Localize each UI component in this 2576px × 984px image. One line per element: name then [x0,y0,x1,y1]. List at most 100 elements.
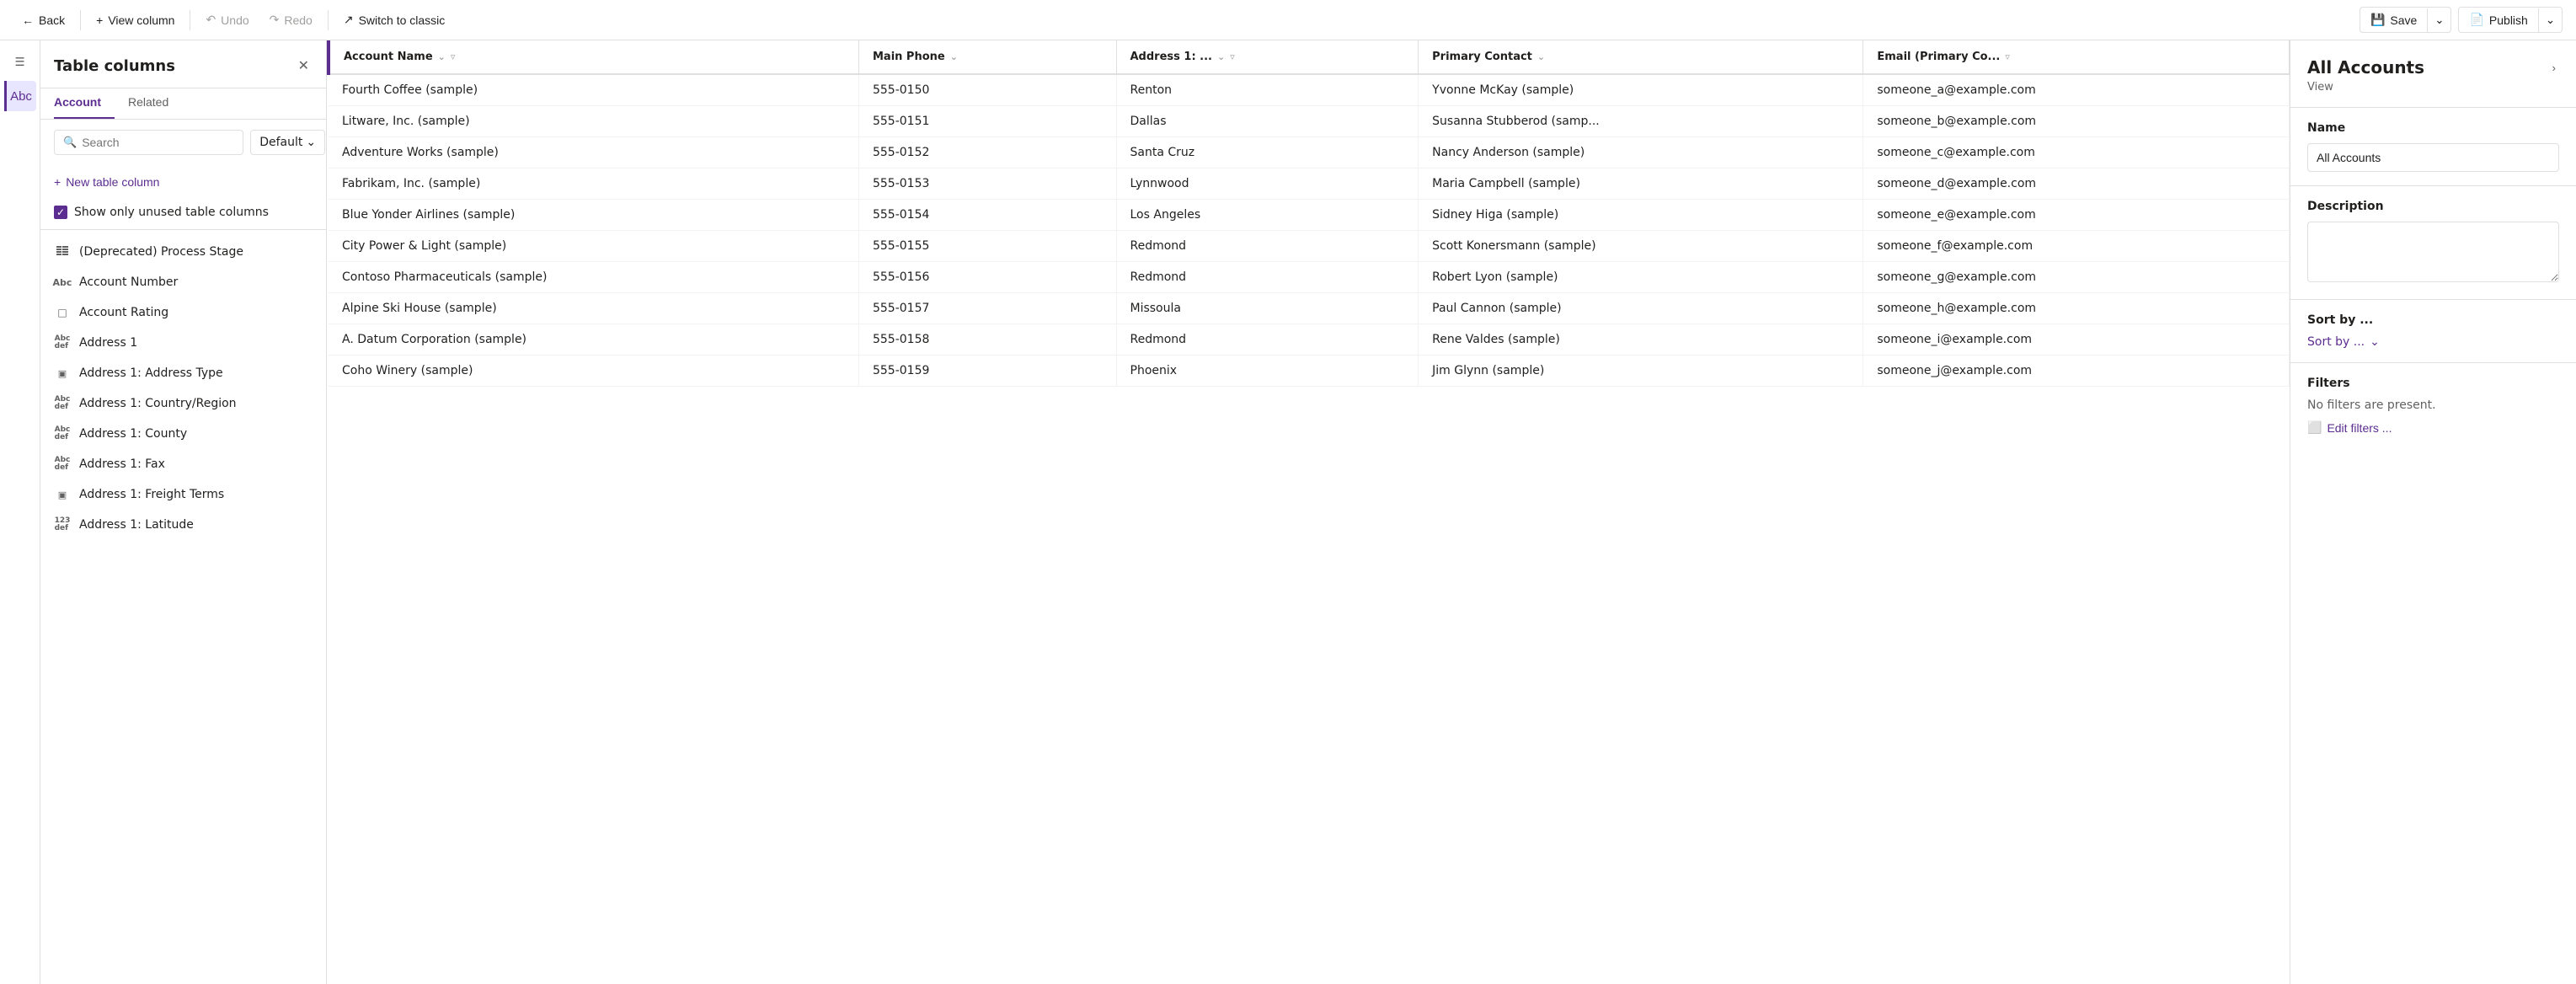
switch-classic-button[interactable]: ↗ Switch to classic [335,8,453,32]
column-label: Address 1 [79,336,313,350]
address-type-icon: ▣ [54,365,71,382]
table-row[interactable]: A. Datum Corporation (sample) 555-0158 R… [329,324,2290,356]
show-unused-checkbox[interactable]: ✓ [54,206,67,219]
th-account-name[interactable]: Account Name ⌄ ▿ [329,40,858,74]
table-area: Account Name ⌄ ▿ Main Phone ⌄ Addr [327,40,2290,984]
tab-account[interactable]: Account [54,88,115,119]
column-label: Address 1: County [79,427,313,441]
sort-by-dropdown[interactable]: Sort by ... ⌄ [2307,335,2559,349]
column-item-address1-county[interactable]: Abcdef Address 1: County [40,419,326,449]
publish-arrow-button[interactable]: ⌄ [2538,8,2562,32]
redo-icon: ↷ [270,13,280,27]
chevron-down-icon: ⌄ [306,136,316,149]
column-item-address1-latitude[interactable]: 123def Address 1: Latitude [40,510,326,540]
edit-filters-button[interactable]: ⬜ Edit filters ... [2307,420,2392,435]
no-filters-label: No filters are present. [2307,398,2559,412]
undo-label: Undo [221,13,249,27]
column-item-account-rating[interactable]: □ Account Rating [40,297,326,328]
table-row[interactable]: Blue Yonder Airlines (sample) 555-0154 L… [329,200,2290,231]
cell-phone: 555-0157 [858,293,1116,324]
column-label: Account Number [79,275,313,289]
default-dropdown[interactable]: Default ⌄ [250,130,325,155]
chevron-down-icon: ⌄ [2370,335,2380,349]
cell-email: someone_a@example.com [1863,74,2290,106]
search-row: 🔍 Default ⌄ [40,120,326,165]
column-item-address1-country[interactable]: Abcdef Address 1: Country/Region [40,388,326,419]
columns-panel: Table columns ✕ Account Related 🔍 Defaul… [40,40,327,984]
abcdef-icon-3: Abcdef [54,425,71,442]
cell-address: Dallas [1116,106,1419,137]
panel-actions: + New table column [40,165,326,199]
cell-address: Redmond [1116,231,1419,262]
table-row[interactable]: Adventure Works (sample) 555-0152 Santa … [329,137,2290,168]
table-row[interactable]: City Power & Light (sample) 555-0155 Red… [329,231,2290,262]
cell-phone: 555-0158 [858,324,1116,356]
column-label: Account Rating [79,306,313,319]
table-row[interactable]: Alpine Ski House (sample) 555-0157 Misso… [329,293,2290,324]
columns-panel-title: Table columns [54,57,175,75]
back-button[interactable]: ← Back [13,8,73,32]
th-primary-contact[interactable]: Primary Contact ⌄ [1419,40,1863,74]
th-address[interactable]: Address 1: ... ⌄ ▿ [1116,40,1419,74]
sort-by-header: Sort by ... [2307,313,2559,327]
table-columns-button[interactable]: Abc [4,81,36,111]
filter-icon: ⬜ [2307,420,2322,435]
cell-email: someone_i@example.com [1863,324,2290,356]
default-label: Default [259,136,302,149]
column-item-address1-fax[interactable]: Abcdef Address 1: Fax [40,449,326,479]
column-item-account-number[interactable]: Abc Account Number [40,267,326,297]
icon-sidebar: ☰ Abc [0,40,40,984]
prop-expand-button[interactable]: › [2549,58,2559,78]
view-column-button[interactable]: + View column [88,8,183,32]
column-item-address1[interactable]: Abcdef Address 1 [40,328,326,358]
abc-icon: Abc [54,274,71,291]
th-main-phone[interactable]: Main Phone ⌄ [858,40,1116,74]
redo-button[interactable]: ↷ Redo [261,8,321,32]
cell-email: someone_f@example.com [1863,231,2290,262]
save-arrow-button[interactable]: ⌄ [2427,8,2450,32]
table-row[interactable]: Fabrikam, Inc. (sample) 555-0153 Lynnwoo… [329,168,2290,200]
columns-list: (Deprecated) Process Stage Abc Account N… [40,230,326,984]
tab-related[interactable]: Related [128,88,182,119]
cell-contact: Nancy Anderson (sample) [1419,137,1863,168]
abcdef-icon-4: Abcdef [54,456,71,473]
th-main-phone-label: Main Phone [873,51,945,63]
edit-filters-label: Edit filters ... [2327,421,2392,435]
hamburger-button[interactable]: ☰ [5,47,35,78]
cell-phone: 555-0151 [858,106,1116,137]
topbar: ← Back + View column ↶ Undo ↷ Redo ↗ Swi… [0,0,2576,40]
table-row[interactable]: Contoso Pharmaceuticals (sample) 555-015… [329,262,2290,293]
cell-contact: Jim Glynn (sample) [1419,356,1863,387]
undo-button[interactable]: ↶ Undo [197,8,257,32]
cell-phone: 555-0154 [858,200,1116,231]
save-icon: 💾 [2370,13,2385,27]
cell-account-name: Blue Yonder Airlines (sample) [329,200,858,231]
cell-account-name: A. Datum Corporation (sample) [329,324,858,356]
back-label: Back [39,13,65,27]
th-email[interactable]: Email (Primary Co... ▿ [1863,40,2290,74]
freight-icon: ▣ [54,486,71,503]
column-item-address1-address-type[interactable]: ▣ Address 1: Address Type [40,358,326,388]
cell-account-name: City Power & Light (sample) [329,231,858,262]
cell-account-name: Adventure Works (sample) [329,137,858,168]
switch-icon: ↗ [344,13,354,27]
save-button[interactable]: 💾 Save [2360,8,2427,32]
column-item-address1-freight[interactable]: ▣ Address 1: Freight Terms [40,479,326,510]
publish-button[interactable]: 📄 Publish [2459,8,2537,32]
topbar-right: 💾 Save ⌄ 📄 Publish ⌄ [2360,7,2563,33]
column-label: Address 1: Address Type [79,366,313,380]
cell-account-name: Litware, Inc. (sample) [329,106,858,137]
table-row[interactable]: Litware, Inc. (sample) 555-0151 Dallas S… [329,106,2290,137]
lat-icon: 123def [54,516,71,533]
th-email-label: Email (Primary Co... [1877,51,2000,63]
close-panel-button[interactable]: ✕ [295,54,313,78]
new-column-button[interactable]: + New table column [54,172,159,192]
search-input[interactable] [82,136,234,149]
column-item-deprecated-process-stage[interactable]: (Deprecated) Process Stage [40,237,326,267]
table-row[interactable]: Coho Winery (sample) 555-0159 Phoenix Ji… [329,356,2290,387]
name-input[interactable] [2307,143,2559,172]
table-row[interactable]: Fourth Coffee (sample) 555-0150 Renton Y… [329,74,2290,106]
description-section: Description [2290,186,2576,300]
search-box[interactable]: 🔍 [54,130,243,155]
description-textarea[interactable] [2307,222,2559,282]
